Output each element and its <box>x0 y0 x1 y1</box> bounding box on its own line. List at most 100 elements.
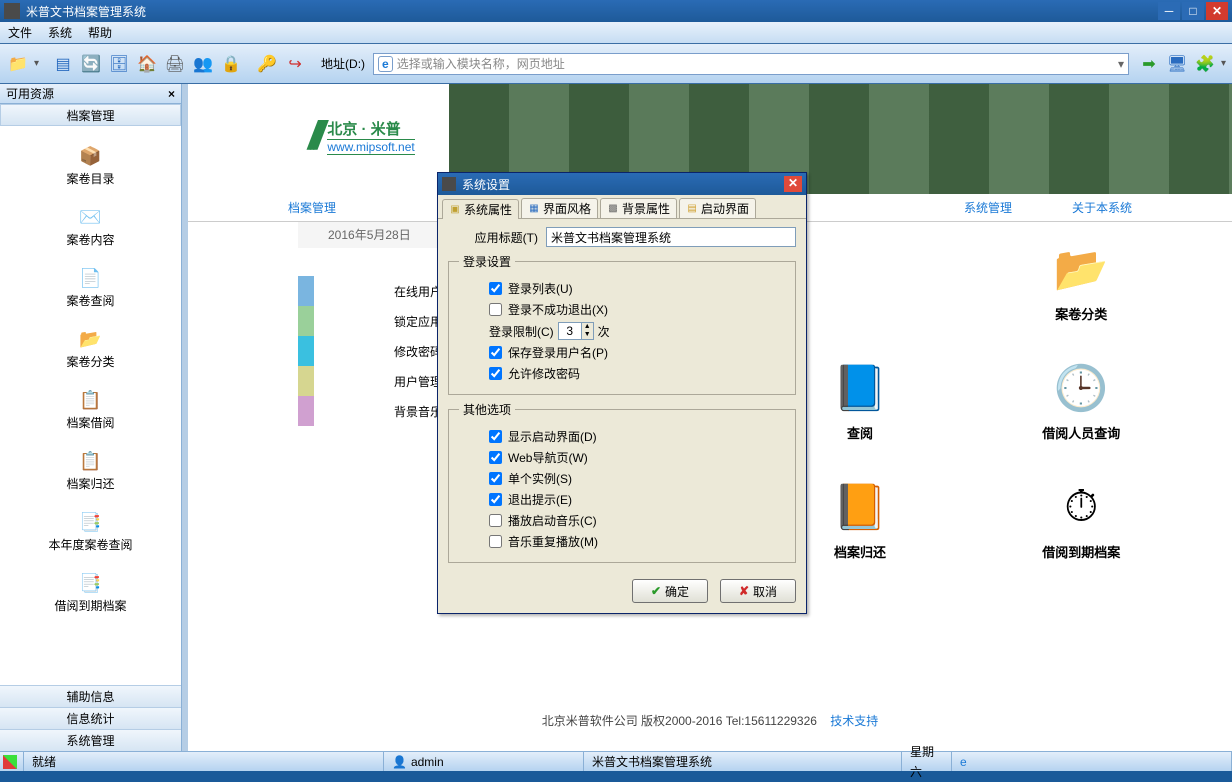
tab-bg-props[interactable]: ▩背景属性 <box>600 198 677 218</box>
tab-label: 启动界面 <box>701 200 749 217</box>
single-instance-checkbox[interactable] <box>489 472 502 485</box>
db-icon[interactable]: 🗄 <box>107 52 131 76</box>
footer-link[interactable]: 技术支持 <box>830 714 878 728</box>
grid-item-due[interactable]: ⏱借阅到期档案 <box>1006 482 1156 561</box>
check-icon: ✔ <box>651 584 661 598</box>
tab-archive[interactable]: 档案管理 <box>258 199 366 216</box>
home-icon[interactable]: 🏠 <box>135 52 159 76</box>
dialog-title: 系统设置 <box>462 176 784 193</box>
plugin-icon[interactable]: 🧩 <box>1193 52 1217 76</box>
sidebar-item-year-read[interactable]: 📑 本年度案卷查阅 <box>48 512 132 553</box>
play-music-checkbox[interactable] <box>489 514 502 527</box>
exit-prompt-checkbox[interactable] <box>489 493 502 506</box>
grid-item-category[interactable]: 📂 案卷分类 <box>1006 244 1156 323</box>
menu-file[interactable]: 文件 <box>8 24 32 41</box>
tab-label: 界面风格 <box>543 200 591 217</box>
cancel-button[interactable]: ✘ 取消 <box>720 579 796 603</box>
window-titlebar: 米普文书档案管理系统 ─ □ ✕ <box>0 0 1232 22</box>
image-small-icon: ▩ <box>607 203 619 215</box>
refresh-icon[interactable]: 🔄 <box>79 52 103 76</box>
lock-icon[interactable]: 🔒 <box>219 52 243 76</box>
checkbox-label: 登录不成功退出(X) <box>508 301 608 318</box>
maximize-button[interactable]: □ <box>1182 2 1204 20</box>
due-clock-icon: ⏱ <box>1051 482 1111 532</box>
close-button[interactable]: ✕ <box>1206 2 1228 20</box>
sidebar-item-due[interactable]: 📑借阅到期档案 <box>54 573 126 614</box>
menu-help[interactable]: 帮助 <box>88 24 112 41</box>
borrow-icon: 📋 <box>78 390 102 410</box>
folder-open-icon: 📂 <box>1051 244 1111 294</box>
sidebar-group-archive[interactable]: 档案管理 <box>0 104 181 126</box>
status-ready: 就绪 <box>32 752 56 772</box>
key-icon[interactable]: 🔑 <box>255 52 279 76</box>
tab-system-props[interactable]: ▣系统属性 <box>442 199 519 219</box>
cross-icon: ✘ <box>739 584 749 598</box>
allow-changepwd-checkbox[interactable] <box>489 367 502 380</box>
folder-icon: 📂 <box>78 329 102 349</box>
app-title-input[interactable] <box>546 227 796 247</box>
logo-cn: 北京 · 米普 <box>327 118 414 139</box>
sidebar-item-catalog[interactable]: 📦案卷目录 <box>66 146 114 187</box>
print-icon[interactable]: 🖨 <box>163 52 187 76</box>
sidebar-item-read[interactable]: 📄案卷查阅 <box>66 268 114 309</box>
grid-item-borrower-query[interactable]: 🕒借阅人员查询 <box>1006 363 1156 442</box>
ok-button[interactable]: ✔确定 <box>632 579 708 603</box>
go-icon[interactable]: ➡ <box>1137 52 1161 76</box>
checkbox-label: 登录列表(U) <box>508 280 573 297</box>
grid-item-return[interactable]: 📙档案归还 <box>785 482 935 561</box>
dialog-close-button[interactable]: ✕ <box>784 176 802 192</box>
sidebar-item-label: 本年度案卷查阅 <box>48 536 132 553</box>
search-clock-icon: 🕒 <box>1051 363 1111 413</box>
menubar: 文件 系统 帮助 <box>0 22 1232 44</box>
new-icon[interactable]: 📁 <box>6 52 30 76</box>
spinner-up-icon[interactable]: ▲ <box>581 323 593 331</box>
tab-label: 系统属性 <box>464 201 512 218</box>
cube-icon: 📦 <box>78 146 102 166</box>
minimize-button[interactable]: ─ <box>1158 2 1180 20</box>
sidebar-item-label: 案卷分类 <box>66 353 114 370</box>
login-fail-exit-checkbox[interactable] <box>489 303 502 316</box>
exit-icon[interactable]: ↪ <box>283 52 307 76</box>
button-label: 取消 <box>753 583 777 600</box>
sidebar-item-borrow[interactable]: 📋档案借阅 <box>66 390 114 431</box>
list-label: 用户管理 <box>324 373 442 390</box>
tab-about[interactable]: 关于本系统 <box>1042 199 1162 216</box>
logo-mark-icon: /// <box>308 114 317 159</box>
tab-label: 背景属性 <box>622 200 670 217</box>
window-title: 米普文书档案管理系统 <box>26 3 1158 20</box>
address-input[interactable]: e 选择或输入模块名称，网页地址 ▾ <box>373 53 1129 75</box>
save-username-checkbox[interactable] <box>489 346 502 359</box>
sidebar-item-category[interactable]: 📂 案卷分类 <box>66 329 114 370</box>
sidebar-item-return[interactable]: 📋档案归还 <box>66 451 114 492</box>
menu-system[interactable]: 系统 <box>48 24 72 41</box>
year-icon: 📑 <box>78 512 102 532</box>
login-list-checkbox[interactable] <box>489 282 502 295</box>
show-start-checkbox[interactable] <box>489 430 502 443</box>
tab-sysmgmt[interactable]: 系统管理 <box>934 199 1042 216</box>
spinner-down-icon[interactable]: ▼ <box>581 331 593 339</box>
users-icon[interactable]: 👥 <box>191 52 215 76</box>
address-dropdown-icon[interactable]: ▾ <box>1118 57 1124 71</box>
login-limit-spinner[interactable]: 3 ▲▼ <box>558 322 594 340</box>
address-placeholder: 选择或输入模块名称，网页地址 <box>397 55 1118 72</box>
sidebar-close-icon[interactable]: × <box>168 87 175 101</box>
sidebar-item-content[interactable]: ✉️案卷内容 <box>66 207 114 248</box>
ie-icon: e <box>378 56 393 72</box>
grid-label: 案卷分类 <box>1055 304 1107 323</box>
status-day: 星期六 <box>910 742 943 782</box>
sidebar-title: 可用资源 <box>6 85 54 102</box>
grid-label: 查阅 <box>847 423 873 442</box>
monitor-icon[interactable]: 🖥 <box>1165 52 1189 76</box>
grid-item-read[interactable]: 📘查阅 <box>785 363 935 442</box>
return-large-icon: 📙 <box>830 482 890 532</box>
sidebar-group-stats[interactable]: 信息统计 <box>0 707 181 729</box>
web-nav-checkbox[interactable] <box>489 451 502 464</box>
list-label: 锁定应用 <box>324 313 442 330</box>
tab-ui-style[interactable]: ▦界面风格 <box>521 198 598 218</box>
sidebar-group-sysmgmt[interactable]: 系统管理 <box>0 729 181 751</box>
tab-startup[interactable]: ▤启动界面 <box>679 198 756 218</box>
folder-small-icon: ▣ <box>449 204 461 216</box>
repeat-music-checkbox[interactable] <box>489 535 502 548</box>
sidebar-group-aux[interactable]: 辅助信息 <box>0 685 181 707</box>
list-icon[interactable]: ▤ <box>51 52 75 76</box>
